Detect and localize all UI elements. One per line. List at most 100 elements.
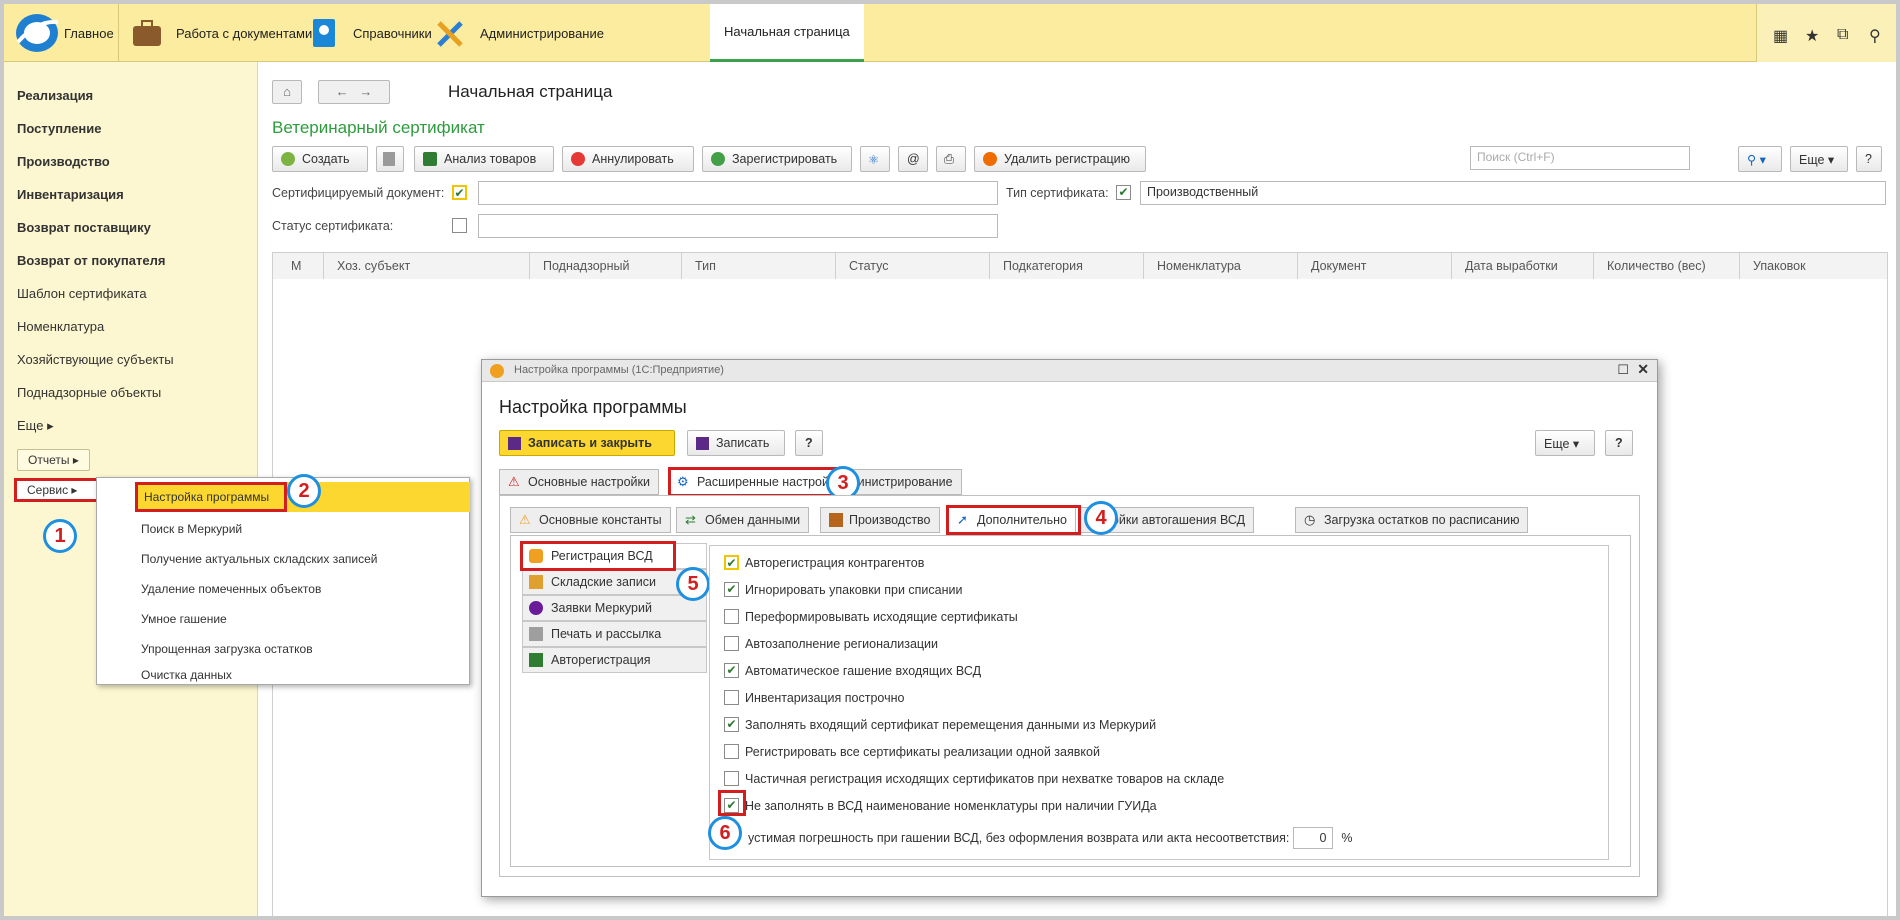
option-checkbox[interactable] xyxy=(724,717,739,732)
save-close-button[interactable]: Записать и закрыть xyxy=(499,430,675,456)
option-inventory-per-line[interactable]: Инвентаризация построчно xyxy=(724,690,904,705)
list-item-autoregistration[interactable]: Авторегистрация xyxy=(522,647,707,673)
dialog-more-button[interactable]: Еще ▾ xyxy=(1535,430,1595,456)
type-filter-checkbox[interactable] xyxy=(1116,185,1131,200)
email-button[interactable]: @ xyxy=(898,146,928,172)
menu-item-stock-records[interactable]: Получение актуальных складских записей xyxy=(141,552,377,566)
tab-production[interactable]: Производство xyxy=(820,507,940,533)
sidebar-item-sales[interactable]: Реализация xyxy=(17,88,93,103)
annul-button[interactable]: Аннулировать xyxy=(562,146,694,172)
save-button[interactable]: Записать xyxy=(687,430,785,456)
col-document[interactable]: Документ xyxy=(1311,259,1366,273)
tab-basic-constants[interactable]: ⚠ Основные константы xyxy=(510,507,671,533)
more-button[interactable]: Еще ▾ xyxy=(1790,146,1848,172)
menu-item-clear-data[interactable]: Очистка данных xyxy=(141,668,232,682)
analyze-button[interactable]: Анализ товаров xyxy=(414,146,554,172)
apps-grid-icon[interactable]: ▦ xyxy=(1773,26,1788,46)
history-icon[interactable]: ⧉ xyxy=(1837,26,1848,44)
tolerance-input[interactable]: 0 xyxy=(1293,827,1334,849)
sidebar-item-production[interactable]: Производство xyxy=(17,154,110,169)
option-label: Автоматическое гашение входящих ВСД xyxy=(745,663,982,678)
tab-basic-settings[interactable]: ⚠ Основные настройки xyxy=(499,469,659,495)
print-button[interactable]: ⎙ xyxy=(936,146,966,172)
menu-item-simple-load[interactable]: Упрощенная загрузка остатков xyxy=(141,642,313,656)
logo-1c-icon[interactable] xyxy=(14,12,60,54)
search-button[interactable]: ⚲ ▾ xyxy=(1738,146,1782,172)
sidebar-item-template[interactable]: Шаблон сертификата xyxy=(17,286,147,301)
back-forward-buttons[interactable]: ← → xyxy=(318,80,390,104)
tab-scheduled-load[interactable]: ◷ Загрузка остатков по расписанию xyxy=(1295,507,1529,533)
tools-icon xyxy=(437,21,463,47)
list-item-mercury-requests[interactable]: Заявки Меркурий xyxy=(522,595,707,621)
option-auto-redeem-incoming[interactable]: Автоматическое гашение входящих ВСД xyxy=(724,663,981,678)
microscope-button[interactable]: ⚛ xyxy=(860,146,890,172)
status-filter-input[interactable] xyxy=(478,214,998,238)
option-autofill-regionalization[interactable]: Автозаполнение регионализации xyxy=(724,636,938,651)
sidebar-item-inventory[interactable]: Инвентаризация xyxy=(17,187,124,202)
sidebar-item-objects[interactable]: Поднадзорные объекты xyxy=(17,385,161,400)
col-quantity[interactable]: Количество (вес) xyxy=(1607,259,1706,273)
status-filter-checkbox[interactable] xyxy=(452,218,467,233)
help-button[interactable]: ? xyxy=(1856,146,1882,172)
tab-start-page[interactable]: Начальная страница xyxy=(710,4,864,62)
settings-dialog: Настройка программы (1С:Предприятие) ☐ ✕… xyxy=(481,359,1658,897)
sidebar-item-return-customer[interactable]: Возврат от покупателя xyxy=(17,253,165,268)
section-documents[interactable]: Работа с документами xyxy=(130,4,312,62)
dialog-help-button-2[interactable]: ? xyxy=(1605,430,1633,456)
option-partial-registration[interactable]: Частичная регистрация исходящих сертифик… xyxy=(724,771,1224,786)
sidebar-item-nomenclature[interactable]: Номенклатура xyxy=(17,319,104,334)
delete-registration-button[interactable]: Удалить регистрацию xyxy=(974,146,1146,172)
section-main[interactable]: Главное xyxy=(64,4,114,62)
option-checkbox[interactable] xyxy=(724,582,739,597)
option-checkbox[interactable] xyxy=(724,636,739,651)
doc-filter-input[interactable] xyxy=(478,181,998,205)
option-checkbox[interactable] xyxy=(724,771,739,786)
section-catalogs[interactable]: Справочники xyxy=(307,4,432,62)
option-checkbox[interactable] xyxy=(724,744,739,759)
close-icon[interactable]: ✕ xyxy=(1637,361,1649,378)
service-button[interactable]: Сервис ▸ xyxy=(14,478,100,502)
col-m[interactable]: М xyxy=(291,259,301,273)
menu-item-mercury-search[interactable]: Поиск в Меркурий xyxy=(141,522,242,536)
option-checkbox[interactable] xyxy=(724,663,739,678)
option-checkbox[interactable] xyxy=(724,609,739,624)
search-icon[interactable]: ⚲ xyxy=(1869,26,1881,46)
option-checkbox[interactable] xyxy=(724,555,739,570)
col-subcategory[interactable]: Подкатегория xyxy=(1003,259,1083,273)
section-admin[interactable]: Администрирование xyxy=(434,4,604,62)
maximize-icon[interactable]: ☐ xyxy=(1617,362,1629,378)
search-input[interactable]: Поиск (Ctrl+F) xyxy=(1470,146,1690,170)
home-button[interactable]: ⌂ xyxy=(272,80,302,104)
menu-item-delete-marked[interactable]: Удаление помеченных объектов xyxy=(141,582,321,596)
list-item-print-mailing[interactable]: Печать и рассылка xyxy=(522,621,707,647)
option-checkbox[interactable] xyxy=(724,690,739,705)
option-register-one-request[interactable]: Регистрировать все сертификаты реализаци… xyxy=(724,744,1100,759)
menu-item-settings[interactable]: Настройка программы xyxy=(135,482,287,512)
col-status[interactable]: Статус xyxy=(849,259,889,273)
col-production-date[interactable]: Дата выработки xyxy=(1465,259,1558,273)
copy-button[interactable] xyxy=(376,146,404,172)
tab-data-exchange[interactable]: ⇄ Обмен данными xyxy=(676,507,810,533)
create-button[interactable]: Создать xyxy=(272,146,368,172)
col-type[interactable]: Тип xyxy=(695,259,716,273)
col-supervised[interactable]: Поднадзорный xyxy=(543,259,629,273)
sidebar-item-more[interactable]: Еще ▸ xyxy=(17,418,54,434)
sidebar-item-receipt[interactable]: Поступление xyxy=(17,121,102,136)
type-filter-input[interactable]: Производственный xyxy=(1140,181,1886,205)
option-fill-incoming-from-mercury[interactable]: Заполнять входящий сертификат перемещени… xyxy=(724,717,1156,732)
col-nomenclature[interactable]: Номенклатура xyxy=(1157,259,1241,273)
sidebar-item-return-supplier[interactable]: Возврат поставщику xyxy=(17,220,151,235)
reports-button[interactable]: Отчеты ▸ xyxy=(17,449,90,471)
col-subject[interactable]: Хоз. субъект xyxy=(337,259,410,273)
option-ignore-packages[interactable]: Игнорировать упаковки при списании xyxy=(724,582,962,597)
sidebar-item-subjects[interactable]: Хозяйствующие субъекты xyxy=(17,352,174,367)
register-button[interactable]: Зарегистрировать xyxy=(702,146,852,172)
star-icon[interactable]: ★ xyxy=(1805,26,1819,46)
option-reformat-outgoing[interactable]: Переформировывать исходящие сертификаты xyxy=(724,609,1018,624)
option-autoreg-contractors[interactable]: Авторегистрация контрагентов xyxy=(724,555,924,570)
doc-filter-checkbox[interactable] xyxy=(452,185,467,200)
col-packages[interactable]: Упаковок xyxy=(1753,259,1806,273)
menu-item-smart-redeem[interactable]: Умное гашение xyxy=(141,612,227,626)
option-skip-nomenclature-name[interactable]: Не заполнять в ВСД наименование номенкла… xyxy=(724,798,1157,813)
dialog-help-button[interactable]: ? xyxy=(795,430,823,456)
